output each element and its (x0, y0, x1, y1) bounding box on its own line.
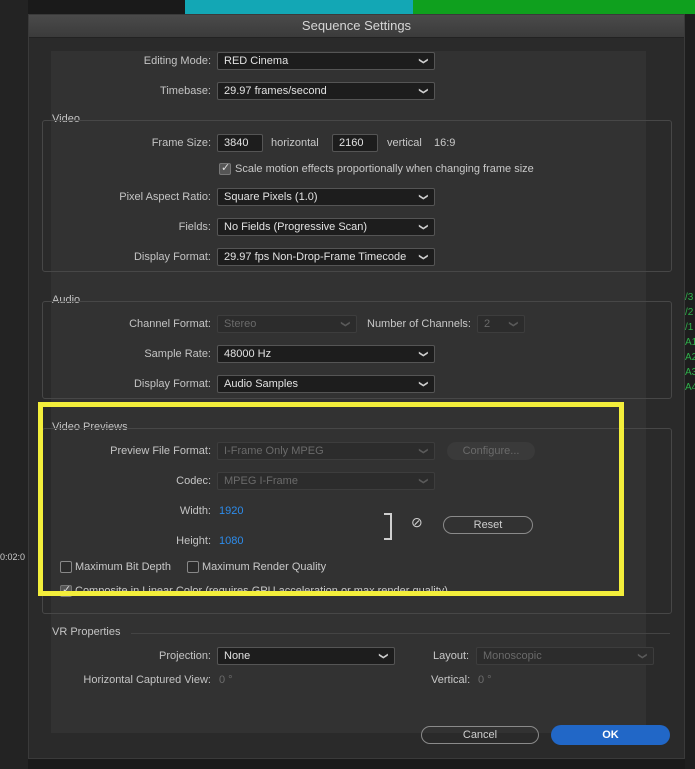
reset-button[interactable]: Reset (443, 516, 533, 534)
frame-width-input[interactable]: 3840 (217, 134, 263, 152)
channel-format-value: Stereo (224, 318, 257, 330)
timebase-dropdown[interactable]: 29.97 frames/second ❯ (217, 82, 435, 100)
max-render-quality-checkbox[interactable] (187, 561, 199, 573)
projection-label: Projection: (159, 650, 211, 662)
scale-motion-checkbox[interactable] (219, 161, 231, 175)
layout-label: Layout: (433, 650, 470, 662)
audio-display-format-dropdown[interactable]: Audio Samples ❯ (217, 375, 435, 393)
editing-mode-label: Editing Mode: (143, 55, 211, 67)
codec-label: Codec: (176, 475, 211, 487)
chevron-down-icon: ❯ (419, 57, 430, 65)
layout-dropdown[interactable]: Monoscopic ❯ (476, 647, 654, 665)
sequence-settings-dialog: Sequence Settings Editing Mode: RED Cine… (28, 14, 685, 759)
sample-rate-value: 48000 Hz (224, 348, 272, 360)
vr-vertical-label: Vertical: (431, 674, 471, 686)
preview-width-label: Width: (179, 505, 211, 517)
chevron-down-icon: ❯ (419, 350, 430, 358)
editing-mode-dropdown[interactable]: RED Cinema ❯ (217, 52, 435, 70)
preview-height-value[interactable]: 1080 (219, 535, 243, 547)
audio-display-format-label: Display Format: (133, 378, 211, 390)
preview-width-value[interactable]: 1920 (219, 505, 243, 517)
configure-button[interactable]: Configure... (447, 442, 535, 460)
vr-section-line (131, 633, 670, 634)
channel-format-label: Channel Format: (129, 318, 211, 330)
frame-height-input[interactable]: 2160 (332, 134, 378, 152)
vr-vertical-value[interactable]: 0 ° (478, 674, 492, 686)
chevron-down-icon: ❯ (341, 320, 352, 328)
horizontal-captured-view-value[interactable]: 0 ° (219, 674, 233, 686)
ok-button[interactable]: OK (551, 725, 670, 745)
timebase-value: 29.97 frames/second (224, 85, 327, 97)
codec-value: MPEG I-Frame (224, 475, 298, 487)
pixel-aspect-ratio-value: Square Pixels (1.0) (224, 191, 318, 203)
chevron-down-icon: ❯ (419, 223, 430, 231)
pixel-aspect-ratio-label: Pixel Aspect Ratio: (119, 191, 211, 203)
dialog-title: Sequence Settings (29, 15, 684, 38)
chevron-down-icon: ❯ (379, 652, 390, 660)
aspect-ratio-text: 16:9 (434, 137, 456, 149)
chevron-down-icon: ❯ (419, 380, 430, 388)
chevron-down-icon: ❯ (638, 652, 649, 660)
sample-rate-dropdown[interactable]: 48000 Hz ❯ (217, 345, 435, 363)
chevron-down-icon: ❯ (509, 320, 520, 328)
fields-value: No Fields (Progressive Scan) (224, 221, 368, 233)
chevron-down-icon: ❯ (419, 87, 430, 95)
background-timecode: 0:02:0 (0, 552, 26, 562)
composite-linear-color-label: Composite in Linear Color (requires GPU … (75, 585, 448, 593)
number-of-channels-dropdown[interactable]: 2 ❯ (477, 315, 525, 333)
video-display-format-label: Display Format: (133, 251, 211, 263)
editing-mode-value: RED Cinema (224, 55, 289, 67)
dialog-content: Editing Mode: RED Cinema ❯ Timebase: 29.9… (42, 51, 672, 733)
preview-file-format-value: I-Frame Only MPEG (224, 445, 324, 457)
dimension-link-bracket (384, 513, 392, 540)
scale-motion-label: Scale motion effects proportionally when… (235, 163, 534, 175)
max-bit-depth-label: Maximum Bit Depth (75, 561, 171, 573)
background-track-labels: /3 /2 /1 A1 A2 A3 A4 (685, 292, 695, 393)
horizontal-captured-view-label: Horizontal Captured View: (83, 674, 211, 686)
preview-file-format-dropdown[interactable]: I-Frame Only MPEG ❯ (217, 442, 435, 460)
background-clip-green (413, 0, 695, 14)
chevron-down-icon: ❯ (419, 447, 430, 455)
composite-linear-color-checkbox[interactable] (60, 583, 72, 597)
frame-size-label: Frame Size: (151, 137, 211, 149)
projection-dropdown[interactable]: None ❯ (217, 647, 395, 665)
video-display-format-value: 29.97 fps Non-Drop-Frame Timecode (224, 251, 407, 263)
channel-format-dropdown[interactable]: Stereo ❯ (217, 315, 357, 333)
horizontal-label: horizontal (271, 137, 319, 149)
fields-dropdown[interactable]: No Fields (Progressive Scan) ❯ (217, 218, 435, 236)
chevron-down-icon: ❯ (419, 193, 430, 201)
timebase-label: Timebase: (160, 85, 211, 97)
layout-value: Monoscopic (483, 650, 542, 662)
codec-dropdown[interactable]: MPEG I-Frame ❯ (217, 472, 435, 490)
preview-height-label: Height: (176, 535, 211, 547)
video-display-format-dropdown[interactable]: 29.97 fps Non-Drop-Frame Timecode ❯ (217, 248, 435, 266)
background-clip-teal (185, 0, 413, 14)
number-of-channels-value: 2 (484, 318, 491, 330)
sample-rate-label: Sample Rate: (144, 348, 211, 360)
link-icon[interactable]: ⊘ (411, 514, 423, 531)
background-panel-left (0, 0, 28, 769)
preview-file-format-label: Preview File Format: (110, 445, 211, 457)
audio-display-format-value: Audio Samples (224, 378, 298, 390)
number-of-channels-label: Number of Channels: (367, 318, 471, 330)
vertical-label: vertical (387, 137, 422, 149)
fields-label: Fields: (178, 221, 211, 233)
chevron-down-icon: ❯ (419, 477, 430, 485)
pixel-aspect-ratio-dropdown[interactable]: Square Pixels (1.0) ❯ (217, 188, 435, 206)
max-bit-depth-checkbox[interactable] (60, 561, 72, 573)
projection-value: None (224, 650, 251, 662)
vr-properties-section-title: VR Properties (52, 626, 121, 638)
cancel-button[interactable]: Cancel (421, 726, 539, 744)
chevron-down-icon: ❯ (419, 253, 430, 261)
max-render-quality-label: Maximum Render Quality (202, 561, 327, 573)
